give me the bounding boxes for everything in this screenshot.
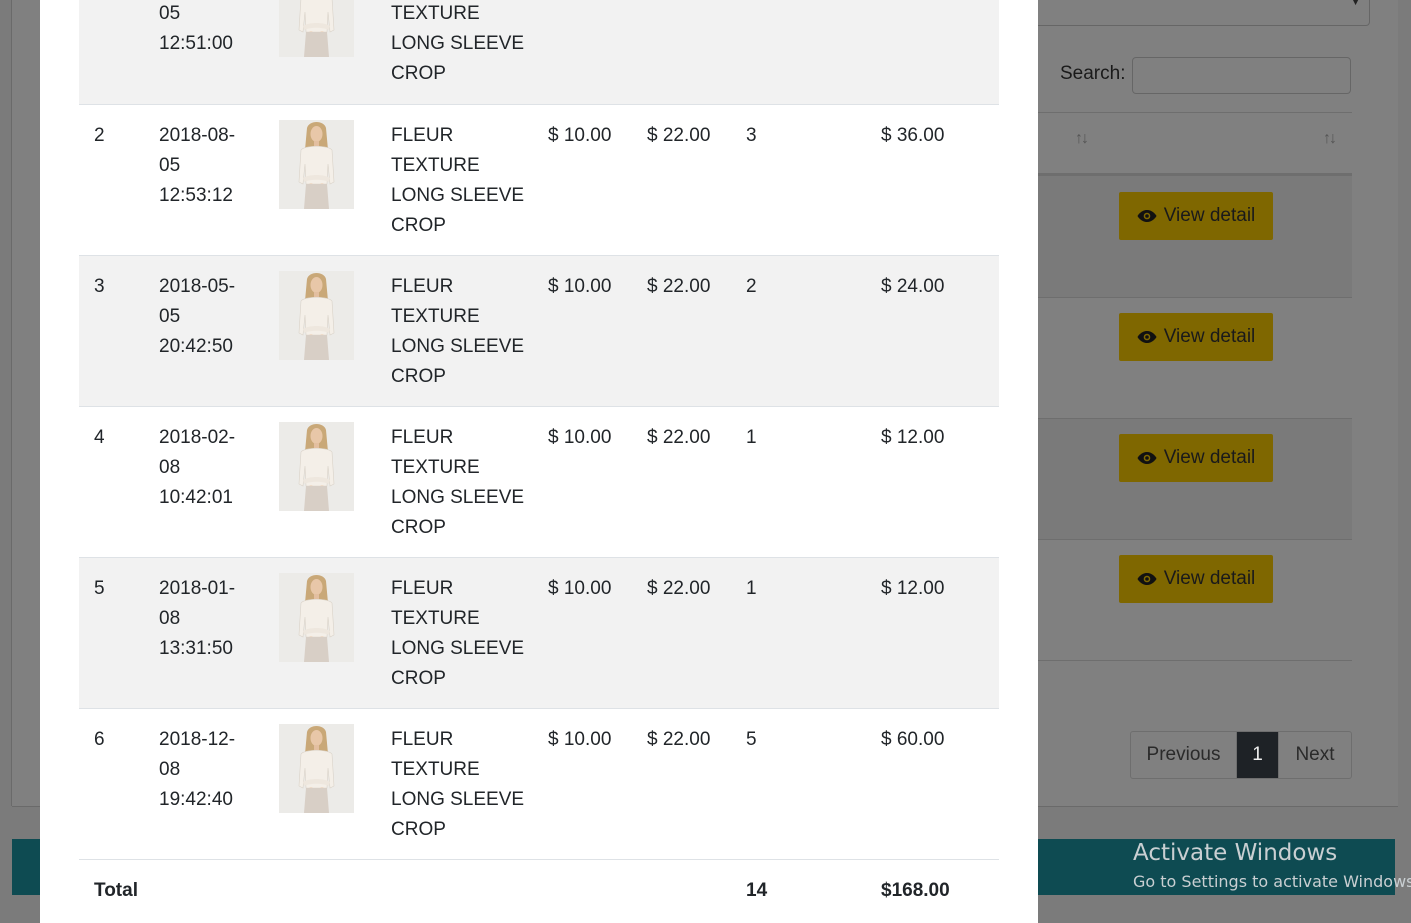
row-date: 2018-02- 08 10:42:01: [159, 427, 236, 508]
view-detail-button[interactable]: View detail: [1119, 555, 1273, 603]
row-number: 4: [94, 427, 105, 448]
watermark-subtitle: Go to Settings to activate Windows.: [1133, 872, 1411, 891]
view-detail-label: View detail: [1163, 447, 1256, 468]
row-number: 5: [94, 578, 105, 599]
row-total: $ 12.00: [881, 427, 945, 448]
product-thumbnail: [279, 271, 354, 360]
chevron-down-icon: ▼: [1350, 0, 1361, 8]
divider: [1038, 660, 1352, 661]
row-price: $ 22.00: [647, 276, 711, 297]
sort-icon[interactable]: ↑↓: [1323, 130, 1337, 148]
row-quantity: 2: [746, 276, 757, 297]
divider: [1038, 297, 1352, 298]
eye-icon: [1137, 331, 1157, 343]
view-detail-button[interactable]: View detail: [1119, 434, 1273, 482]
total-label: Total: [94, 880, 138, 901]
watermark-title: Activate Windows: [1133, 840, 1338, 866]
view-detail-label: View detail: [1163, 326, 1256, 347]
row-price: $ 22.00: [647, 125, 711, 146]
order-detail-modal: 05 12:51:00 TEXTURE LONG SLEEVE CROP 2 2…: [40, 0, 1038, 923]
row-quantity: 5: [746, 729, 757, 750]
search-label: Search:: [1060, 63, 1126, 84]
row-quantity: 3: [746, 125, 757, 146]
sort-icon[interactable]: ↑↓: [1075, 130, 1089, 148]
row-quantity: 1: [746, 578, 757, 599]
row-product-name: FLEUR TEXTURE LONG SLEEVE CROP: [391, 578, 525, 689]
row-date: 2018-12- 08 19:42:40: [159, 729, 236, 810]
row-date: 2018-01- 08 13:31:50: [159, 578, 236, 659]
row-total: $ 12.00: [881, 578, 945, 599]
eye-icon: [1137, 210, 1157, 222]
row-date: 2018-08- 05 12:53:12: [159, 125, 236, 206]
row-total: $ 60.00: [881, 729, 945, 750]
row-product-name: FLEUR TEXTURE LONG SLEEVE CROP: [391, 427, 525, 538]
search-input[interactable]: [1132, 57, 1351, 94]
view-detail-button[interactable]: View detail: [1119, 313, 1273, 361]
product-thumbnail: [279, 573, 354, 662]
background-border: [11, 0, 12, 806]
entries-select[interactable]: ▼: [1020, 0, 1370, 26]
table-row: 4 2018-02- 08 10:42:01 FLEUR TEXTURE LON…: [79, 406, 999, 558]
row-number: 6: [94, 729, 105, 750]
row-number: 3: [94, 276, 105, 297]
table-row: 05 12:51:00 TEXTURE LONG SLEEVE CROP: [79, 0, 999, 105]
row-total: $ 36.00: [881, 125, 945, 146]
product-thumbnail: [279, 0, 354, 57]
total-quantity: 14: [746, 880, 768, 901]
pagination-previous[interactable]: Previous: [1131, 732, 1237, 778]
row-product-name: TEXTURE LONG SLEEVE CROP: [391, 3, 525, 84]
table-row: 2 2018-08- 05 12:53:12 FLEUR TEXTURE LON…: [79, 104, 999, 256]
view-detail-label: View detail: [1163, 568, 1256, 589]
grand-total: $168.00: [881, 880, 950, 901]
row-cost: $ 10.00: [548, 427, 612, 448]
row-total: $ 24.00: [881, 276, 945, 297]
view-detail-label: View detail: [1163, 205, 1256, 226]
row-number: 2: [94, 125, 105, 146]
divider: [1038, 112, 1352, 113]
pagination-page-1[interactable]: 1: [1237, 732, 1279, 778]
product-thumbnail: [279, 724, 354, 813]
row-cost: $ 10.00: [548, 125, 612, 146]
product-thumbnail: [279, 422, 354, 511]
table-row: 3 2018-05- 05 20:42:50 FLEUR TEXTURE LON…: [79, 255, 999, 407]
row-cost: $ 10.00: [548, 729, 612, 750]
view-detail-button[interactable]: View detail: [1119, 192, 1273, 240]
activate-windows-watermark: Activate Windows Go to Settings to activ…: [1133, 838, 1411, 896]
row-cost: $ 10.00: [548, 276, 612, 297]
row-product-name: FLEUR TEXTURE LONG SLEEVE CROP: [391, 729, 525, 840]
row-quantity: 1: [746, 427, 757, 448]
row-product-name: FLEUR TEXTURE LONG SLEEVE CROP: [391, 125, 525, 236]
pagination-next[interactable]: Next: [1279, 732, 1351, 778]
row-price: $ 22.00: [647, 427, 711, 448]
row-date: 05 12:51:00: [159, 3, 233, 54]
eye-icon: [1137, 452, 1157, 464]
row-price: $ 22.00: [647, 729, 711, 750]
row-price: $ 22.00: [647, 578, 711, 599]
row-cost: $ 10.00: [548, 578, 612, 599]
table-row: 5 2018-01- 08 13:31:50 FLEUR TEXTURE LON…: [79, 557, 999, 709]
product-thumbnail: [279, 120, 354, 209]
eye-icon: [1137, 573, 1157, 585]
pagination: Previous 1 Next: [1130, 731, 1352, 779]
row-date: 2018-05- 05 20:42:50: [159, 276, 236, 357]
row-product-name: FLEUR TEXTURE LONG SLEEVE CROP: [391, 276, 525, 387]
divider: [1038, 539, 1352, 540]
order-items-table: 05 12:51:00 TEXTURE LONG SLEEVE CROP 2 2…: [79, 0, 999, 923]
table-row: 6 2018-12- 08 19:42:40 FLEUR TEXTURE LON…: [79, 708, 999, 860]
total-row: Total 14 $168.00: [79, 859, 999, 923]
